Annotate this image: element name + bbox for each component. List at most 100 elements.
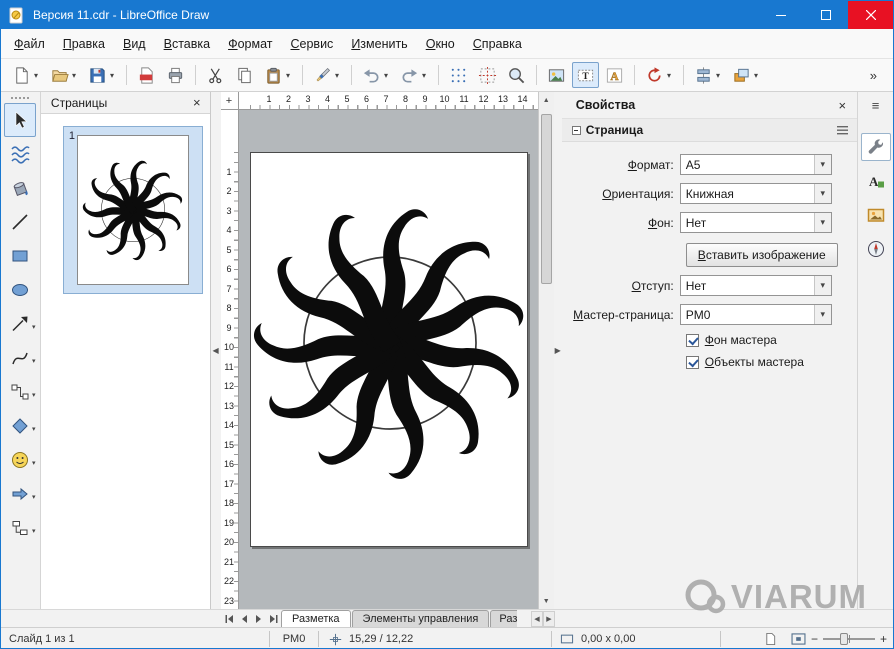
zoom-fit-icon[interactable] bbox=[791, 633, 806, 645]
properties-panel-collapse-handle[interactable]: ▶ bbox=[554, 331, 562, 371]
dropdown-arrow-icon[interactable]: ▾ bbox=[32, 391, 36, 399]
dropdown-arrow-icon[interactable]: ▾ bbox=[752, 71, 760, 80]
dropdown-arrow-icon[interactable]: ▾ bbox=[420, 71, 428, 80]
last-page-button[interactable] bbox=[266, 611, 281, 627]
tool-block-arrows[interactable]: ▾ bbox=[4, 477, 36, 511]
zoom-slider[interactable] bbox=[823, 638, 875, 640]
menu-insert[interactable]: Вставка bbox=[155, 32, 219, 56]
page-thumbnail[interactable]: 1 bbox=[63, 126, 203, 294]
master-background-checkbox-row[interactable]: Фон мастера bbox=[686, 329, 857, 351]
undo-button[interactable]: ▾ bbox=[358, 62, 394, 88]
transformations-button[interactable]: ▾ bbox=[641, 62, 677, 88]
save-button[interactable]: ▾ bbox=[84, 62, 120, 88]
arrange-button[interactable]: ▾ bbox=[728, 62, 764, 88]
scroll-down-button[interactable]: ▼ bbox=[539, 593, 554, 609]
dropdown-arrow-icon[interactable]: ▾ bbox=[333, 71, 341, 80]
tool-flowchart[interactable]: ▾ bbox=[4, 511, 36, 545]
menu-format[interactable]: Формат bbox=[219, 32, 281, 56]
master-page-dropdown[interactable]: PM0 ▾ bbox=[680, 304, 832, 325]
vertical-scrollbar[interactable]: ▲ ▼ bbox=[538, 92, 554, 609]
export-pdf-button[interactable] bbox=[133, 62, 160, 88]
next-page-button[interactable] bbox=[251, 611, 266, 627]
menu-window[interactable]: Окно bbox=[417, 32, 464, 56]
vertical-scrollbar-thumb[interactable] bbox=[541, 114, 552, 284]
clone-formatting-button[interactable]: ▾ bbox=[309, 62, 345, 88]
document-page[interactable] bbox=[250, 152, 528, 547]
scroll-up-button[interactable]: ▲ bbox=[539, 92, 554, 108]
maximize-button[interactable] bbox=[803, 1, 848, 29]
dropdown-arrow-icon[interactable]: ▾ bbox=[814, 276, 831, 295]
layer-tab-layout[interactable]: Разметка bbox=[281, 610, 351, 627]
tentacle-star-drawing[interactable] bbox=[249, 202, 531, 484]
dropdown-arrow-icon[interactable]: ▾ bbox=[814, 213, 831, 232]
tool-fill-color[interactable] bbox=[4, 171, 36, 205]
dropdown-arrow-icon[interactable]: ▾ bbox=[32, 527, 36, 535]
master-background-checkbox[interactable] bbox=[686, 334, 699, 347]
open-button[interactable]: ▾ bbox=[46, 62, 82, 88]
tool-ellipse[interactable] bbox=[4, 273, 36, 307]
menu-modify[interactable]: Изменить bbox=[342, 32, 416, 56]
copy-button[interactable] bbox=[231, 62, 258, 88]
drawing-area[interactable] bbox=[239, 110, 538, 609]
dropdown-arrow-icon[interactable]: ▾ bbox=[32, 71, 40, 80]
menu-tools[interactable]: Сервис bbox=[282, 32, 343, 56]
previous-page-button[interactable] bbox=[236, 611, 251, 627]
dropdown-arrow-icon[interactable]: ▾ bbox=[814, 305, 831, 324]
first-page-button[interactable] bbox=[221, 611, 236, 627]
new-document-button[interactable]: ▾ bbox=[8, 62, 44, 88]
sidebar-tab-navigator[interactable] bbox=[861, 235, 891, 263]
dropdown-arrow-icon[interactable]: ▾ bbox=[814, 155, 831, 174]
section-collapse-icon[interactable] bbox=[572, 126, 581, 135]
paste-button[interactable]: ▾ bbox=[260, 62, 296, 88]
snap-guides-button[interactable] bbox=[474, 62, 501, 88]
dropdown-arrow-icon[interactable]: ▾ bbox=[382, 71, 390, 80]
zoom-slider-handle[interactable] bbox=[840, 633, 848, 645]
dropdown-arrow-icon[interactable]: ▾ bbox=[714, 71, 722, 80]
dropdown-arrow-icon[interactable]: ▾ bbox=[32, 323, 36, 331]
master-objects-checkbox-row[interactable]: Объекты мастера bbox=[686, 351, 857, 373]
pages-panel-close-button[interactable]: × bbox=[190, 95, 204, 110]
menu-help[interactable]: Справка bbox=[464, 32, 531, 56]
scroll-left-button[interactable]: ◀ bbox=[531, 611, 543, 627]
menu-view[interactable]: Вид bbox=[114, 32, 155, 56]
sidebar-tab-styles[interactable]: A bbox=[861, 167, 891, 195]
ruler-origin[interactable]: + bbox=[221, 92, 239, 110]
menu-file[interactable]: Файл bbox=[5, 32, 54, 56]
tool-select[interactable] bbox=[4, 103, 36, 137]
tool-symbol-shapes[interactable]: ▾ bbox=[4, 443, 36, 477]
minimize-button[interactable] bbox=[758, 1, 803, 29]
pages-panel-splitter[interactable]: ◀ bbox=[211, 92, 221, 609]
tool-basic-shapes[interactable]: ▾ bbox=[4, 409, 36, 443]
master-objects-checkbox[interactable] bbox=[686, 356, 699, 369]
section-more-options-button[interactable] bbox=[836, 125, 849, 136]
orientation-dropdown[interactable]: Книжная ▾ bbox=[680, 183, 832, 204]
page-section-header[interactable]: Страница bbox=[562, 118, 857, 142]
dropdown-arrow-icon[interactable]: ▾ bbox=[32, 357, 36, 365]
insert-image-button-sidebar[interactable]: Вставить изображение bbox=[686, 243, 838, 267]
toolbar-overflow-button[interactable]: » bbox=[861, 62, 886, 88]
layer-tab-controls[interactable]: Элементы управления bbox=[352, 610, 490, 627]
margin-dropdown[interactable]: Нет ▾ bbox=[680, 275, 832, 296]
print-button[interactable] bbox=[162, 62, 189, 88]
fontwork-button[interactable]: A bbox=[601, 62, 628, 88]
pages-panel-collapse-handle[interactable]: ◀ bbox=[211, 331, 221, 371]
close-button[interactable] bbox=[848, 1, 893, 29]
dropdown-arrow-icon[interactable]: ▾ bbox=[70, 71, 78, 80]
properties-panel-splitter[interactable]: ▶ bbox=[554, 92, 562, 609]
vertical-ruler[interactable]: 1234567891011121314151617181920212223 bbox=[221, 110, 239, 609]
dropdown-arrow-icon[interactable]: ▾ bbox=[814, 184, 831, 203]
scroll-right-button[interactable]: ▶ bbox=[543, 611, 555, 627]
dropdown-arrow-icon[interactable]: ▾ bbox=[32, 493, 36, 501]
dropdown-arrow-icon[interactable]: ▾ bbox=[665, 71, 673, 80]
format-dropdown[interactable]: A5 ▾ bbox=[680, 154, 832, 175]
dropdown-arrow-icon[interactable]: ▾ bbox=[32, 459, 36, 467]
display-grid-button[interactable] bbox=[445, 62, 472, 88]
tool-line[interactable] bbox=[4, 205, 36, 239]
horizontal-ruler[interactable]: 1234567891011121314 bbox=[239, 92, 538, 110]
redo-button[interactable]: ▾ bbox=[396, 62, 432, 88]
master-page-indicator[interactable]: PM0 bbox=[270, 628, 318, 649]
background-dropdown[interactable]: Нет ▾ bbox=[680, 212, 832, 233]
tool-line-style[interactable] bbox=[4, 137, 36, 171]
document-modified-icon[interactable] bbox=[764, 632, 777, 646]
dropdown-arrow-icon[interactable]: ▾ bbox=[108, 71, 116, 80]
